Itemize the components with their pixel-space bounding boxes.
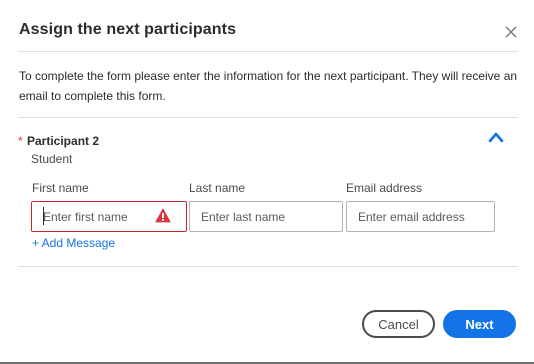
- participant-divider: [18, 266, 518, 267]
- chevron-up-icon[interactable]: [487, 130, 505, 144]
- email-label: Email address: [346, 181, 423, 195]
- participant-name: Participant 2: [27, 134, 100, 148]
- participant-role: Student: [31, 152, 73, 166]
- cancel-button[interactable]: Cancel: [362, 310, 435, 338]
- last-name-label: Last name: [189, 181, 246, 195]
- header-divider: [18, 51, 518, 52]
- assign-participants-dialog: Assign the next participants To complete…: [0, 0, 534, 364]
- first-name-label: First name: [32, 181, 89, 195]
- add-message-link[interactable]: + Add Message: [32, 236, 115, 250]
- email-input[interactable]: [346, 201, 495, 232]
- intro-divider: [18, 117, 518, 118]
- intro-text: To complete the form please enter the in…: [19, 69, 518, 103]
- dialog-title: Assign the next participants: [19, 21, 237, 38]
- next-button[interactable]: Next: [443, 310, 516, 338]
- text-caret: [43, 207, 44, 225]
- required-marker: *: [18, 134, 23, 148]
- close-icon[interactable]: [503, 24, 519, 40]
- last-name-input[interactable]: [189, 201, 343, 232]
- alert-triangle-icon: [155, 208, 171, 223]
